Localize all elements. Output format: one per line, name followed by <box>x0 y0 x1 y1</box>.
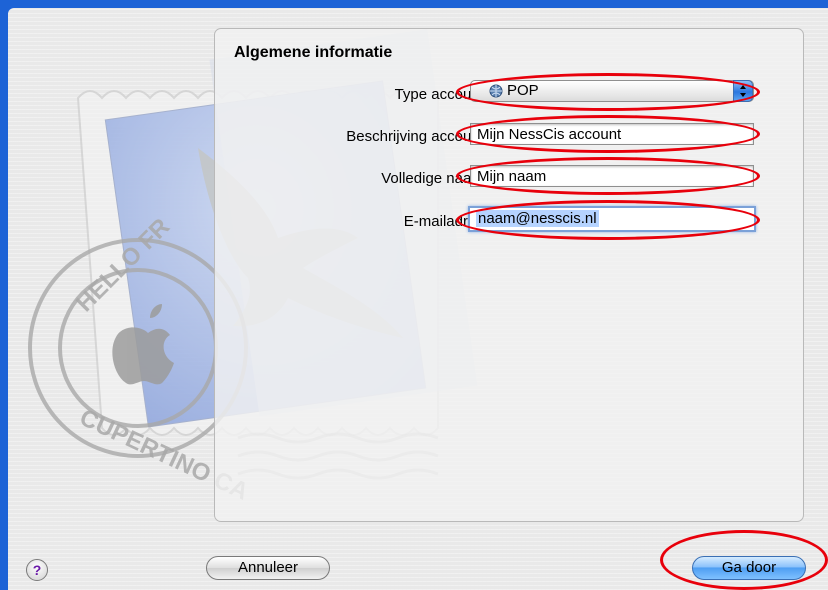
popup-arrows-icon <box>733 80 753 102</box>
settings-panel: Algemene informatie <box>214 28 804 522</box>
mail-setup-window: HELLO FR CUPERTINO CA Algemene informati… <box>8 8 828 590</box>
help-button[interactable]: ? <box>26 559 48 581</box>
cancel-button[interactable]: Annuleer <box>206 556 330 580</box>
continue-button[interactable]: Ga door <box>692 556 806 580</box>
full-name-value: Mijn naam <box>477 168 547 185</box>
email-field[interactable]: naam@nesscis.nl <box>468 206 756 232</box>
account-description-value: Mijn NessCis account <box>477 126 622 143</box>
panel-title: Algemene informatie <box>234 44 393 61</box>
full-name-field[interactable]: Mijn naam <box>470 165 754 187</box>
account-type-value: POP <box>507 82 539 99</box>
account-type-select[interactable]: POP <box>470 80 754 102</box>
email-value: naam@nesscis.nl <box>476 210 599 227</box>
globe-icon <box>489 84 503 98</box>
account-description-field[interactable]: Mijn NessCis account <box>470 123 754 145</box>
account-description-label: Beschrijving account: <box>346 128 488 145</box>
